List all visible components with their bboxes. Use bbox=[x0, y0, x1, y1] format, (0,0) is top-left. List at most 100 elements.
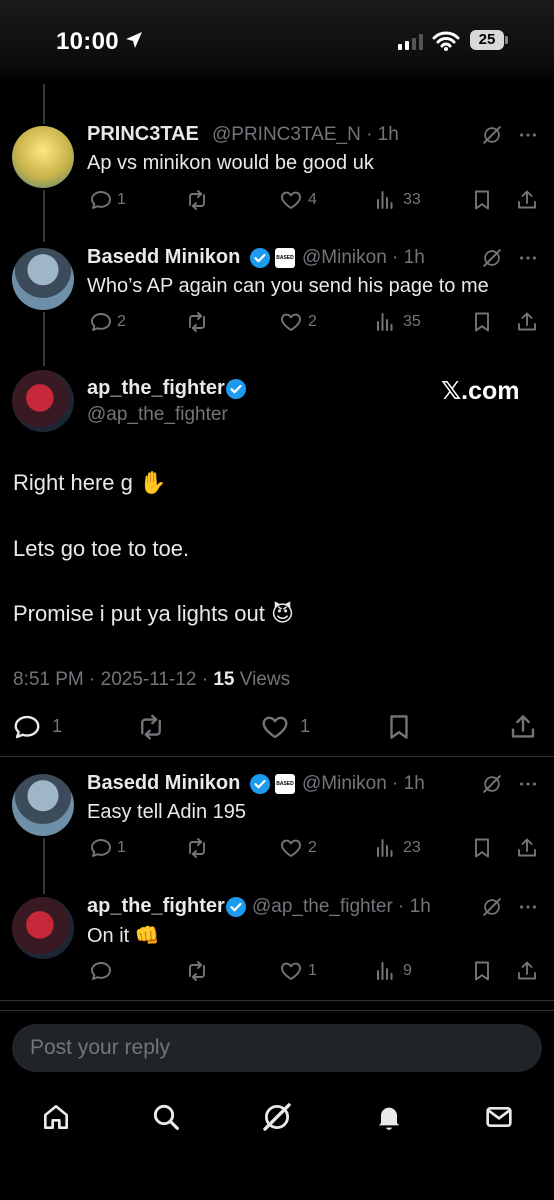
reply-icon[interactable] bbox=[89, 310, 113, 334]
verified-badge-icon bbox=[250, 774, 270, 794]
views-icon[interactable] bbox=[373, 188, 397, 212]
reply-count: 1 bbox=[117, 191, 126, 208]
like-icon[interactable] bbox=[279, 959, 303, 983]
share-icon[interactable] bbox=[508, 712, 538, 742]
home-icon[interactable] bbox=[40, 1101, 72, 1133]
thread-line bbox=[43, 312, 45, 366]
post-text: Who’s AP again can you send his page to … bbox=[87, 275, 489, 297]
grok-icon[interactable] bbox=[481, 896, 503, 918]
like-count: 2 bbox=[308, 839, 317, 856]
battery-cap bbox=[505, 36, 508, 44]
bookmark-icon[interactable] bbox=[470, 188, 494, 212]
like-icon[interactable] bbox=[279, 188, 303, 212]
bookmark-icon[interactable] bbox=[384, 712, 414, 742]
affiliate-badge[interactable]: BASED bbox=[275, 774, 295, 794]
author-handle[interactable]: @Minikon · 1h bbox=[302, 247, 425, 269]
repost-icon[interactable] bbox=[136, 712, 166, 742]
reply-icon[interactable] bbox=[89, 836, 113, 860]
messages-icon[interactable] bbox=[483, 1101, 515, 1133]
x-watermark: 𝕏.com bbox=[441, 377, 520, 405]
like-count: 1 bbox=[308, 962, 317, 979]
divider bbox=[0, 756, 554, 757]
reply-icon[interactable] bbox=[89, 959, 113, 983]
share-icon[interactable] bbox=[515, 836, 539, 860]
avatar[interactable] bbox=[12, 126, 74, 188]
thread-line bbox=[43, 84, 45, 124]
more-icon[interactable] bbox=[517, 773, 539, 795]
location-arrow-icon bbox=[126, 32, 142, 48]
wifi-icon bbox=[432, 31, 460, 51]
author-name[interactable]: ap_the_fighter bbox=[87, 377, 225, 400]
reply-count: 1 bbox=[52, 716, 63, 736]
grok-icon[interactable] bbox=[481, 247, 503, 269]
views-count: 33 bbox=[403, 191, 421, 208]
avatar[interactable] bbox=[12, 774, 74, 836]
repost-icon[interactable] bbox=[185, 310, 209, 334]
verified-badge-icon bbox=[226, 897, 246, 917]
like-count: 1 bbox=[300, 716, 311, 736]
search-icon[interactable] bbox=[150, 1101, 182, 1133]
share-icon[interactable] bbox=[515, 188, 539, 212]
views-count: 15 bbox=[213, 669, 235, 690]
views-count: 9 bbox=[403, 962, 412, 979]
views-count: 23 bbox=[403, 839, 421, 856]
affiliate-badge[interactable]: BASED bbox=[275, 248, 295, 268]
author-handle[interactable]: @ap_the_fighter · 1h bbox=[252, 896, 431, 918]
like-icon[interactable] bbox=[260, 712, 290, 742]
cellular-signal-icon bbox=[398, 34, 423, 50]
more-icon[interactable] bbox=[517, 896, 539, 918]
post-text: On it 👊 bbox=[87, 925, 160, 947]
thread-line bbox=[43, 838, 45, 894]
author-name[interactable]: Basedd Minikon bbox=[87, 772, 240, 795]
divider bbox=[0, 1000, 554, 1001]
grok-icon[interactable] bbox=[260, 1100, 294, 1134]
bookmark-icon[interactable] bbox=[470, 836, 494, 860]
like-count: 4 bbox=[308, 191, 317, 208]
views-icon[interactable] bbox=[373, 959, 397, 983]
grok-icon[interactable] bbox=[481, 773, 503, 795]
views-icon[interactable] bbox=[373, 310, 397, 334]
author-name[interactable]: Basedd Minikon bbox=[87, 246, 240, 269]
author-handle[interactable]: @PRINC3TAE_N · 1h bbox=[212, 124, 399, 146]
views-icon[interactable] bbox=[373, 836, 397, 860]
share-icon[interactable] bbox=[515, 310, 539, 334]
reply-placeholder[interactable]: Post your reply bbox=[30, 1036, 170, 1060]
bookmark-icon[interactable] bbox=[470, 959, 494, 983]
verified-badge-icon bbox=[226, 379, 246, 399]
repost-icon[interactable] bbox=[185, 959, 209, 983]
post-text-line-3: Promise i put ya lights out 😈 bbox=[13, 601, 294, 626]
views-label: Views bbox=[239, 669, 291, 690]
avatar[interactable] bbox=[12, 248, 74, 310]
notifications-icon[interactable] bbox=[373, 1101, 405, 1133]
author-handle[interactable]: @Minikon · 1h bbox=[302, 773, 425, 795]
status-time: 10:00 bbox=[56, 28, 119, 55]
author-name[interactable]: PRINC3TAE bbox=[87, 123, 199, 146]
repost-icon[interactable] bbox=[185, 836, 209, 860]
avatar[interactable] bbox=[12, 897, 74, 959]
post-text: Ap vs minikon would be good uk bbox=[87, 152, 374, 174]
timestamp-text: 8:51 PM · 2025-11-12 · bbox=[13, 669, 209, 690]
share-icon[interactable] bbox=[515, 959, 539, 983]
battery-level: 25 bbox=[470, 30, 504, 50]
repost-icon[interactable] bbox=[185, 188, 209, 212]
post-text-line-2: Lets go toe to toe. bbox=[13, 536, 190, 561]
author-handle[interactable]: @ap_the_fighter bbox=[87, 404, 228, 426]
views-count: 35 bbox=[403, 313, 421, 330]
post-text-line-1: Right here g ✋ bbox=[13, 470, 167, 495]
author-name[interactable]: ap_the_fighter bbox=[87, 895, 225, 918]
like-icon[interactable] bbox=[279, 310, 303, 334]
grok-icon[interactable] bbox=[481, 124, 503, 146]
like-count: 2 bbox=[308, 313, 317, 330]
post-timestamp: 8:51 PM · 2025-11-12 · 15 Views bbox=[13, 669, 290, 691]
verified-badge-icon bbox=[250, 248, 270, 268]
more-icon[interactable] bbox=[517, 247, 539, 269]
bookmark-icon[interactable] bbox=[470, 310, 494, 334]
reply-icon[interactable] bbox=[89, 188, 113, 212]
reply-count: 2 bbox=[117, 313, 126, 330]
reply-count: 1 bbox=[117, 839, 126, 856]
like-icon[interactable] bbox=[279, 836, 303, 860]
more-icon[interactable] bbox=[517, 124, 539, 146]
divider bbox=[0, 1010, 554, 1011]
reply-icon[interactable] bbox=[12, 712, 42, 742]
avatar[interactable] bbox=[12, 370, 74, 432]
